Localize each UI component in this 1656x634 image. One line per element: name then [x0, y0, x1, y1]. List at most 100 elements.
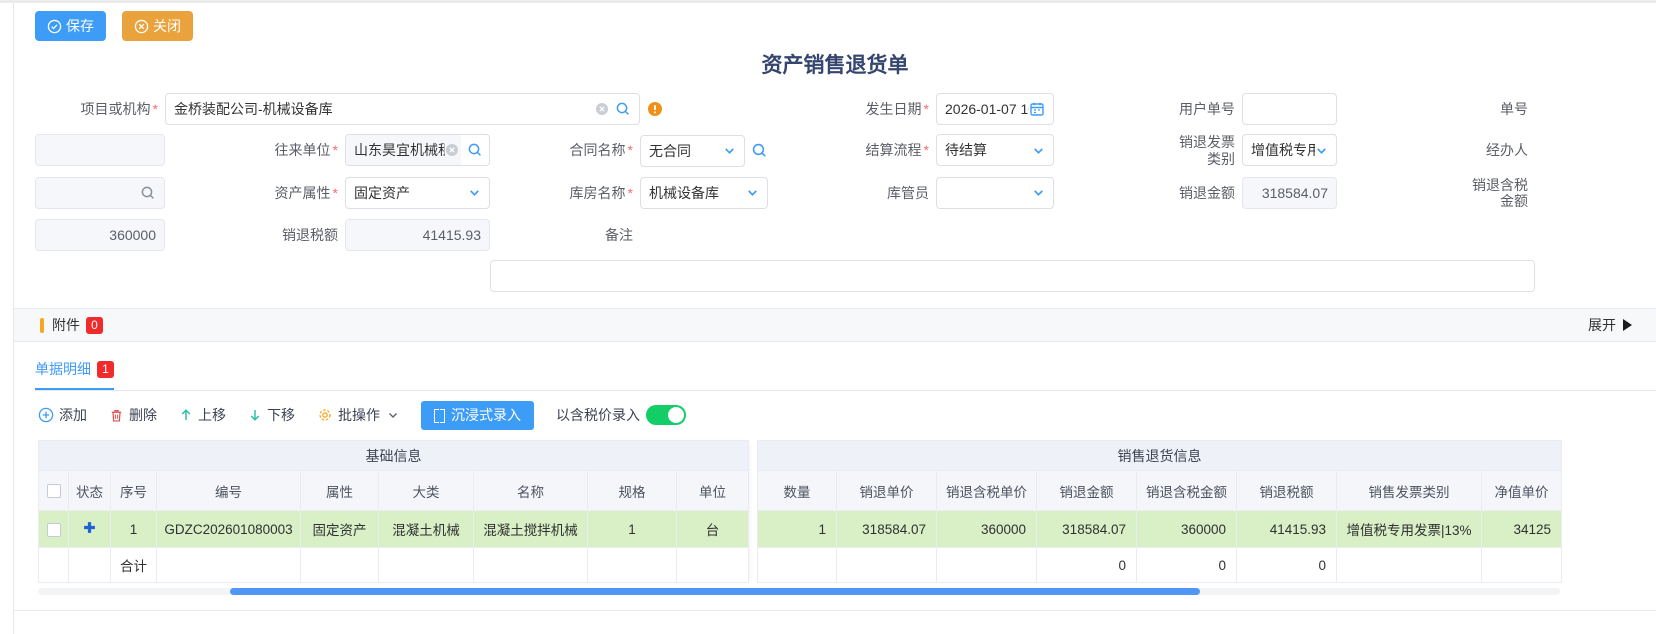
chevron-down-icon [1032, 186, 1045, 199]
batch-button[interactable]: 批操作 [317, 405, 399, 425]
row-checkbox[interactable] [47, 523, 61, 537]
select-all-checkbox[interactable] [47, 484, 61, 498]
close-circle-icon [134, 19, 149, 34]
search-icon[interactable] [140, 185, 156, 201]
counterparty-value-zone: 山东昊宜机械租赁有限 [346, 135, 461, 165]
row-spec-cell[interactable]: 1 [588, 511, 677, 548]
handler-input[interactable] [35, 177, 165, 209]
contract-label: 合同名称 [490, 134, 640, 168]
expand-button[interactable]: 展开 [1588, 315, 1632, 335]
chevron-down-icon [746, 186, 759, 199]
plus-icon [83, 521, 96, 534]
clear-icon[interactable] [445, 143, 459, 157]
trash-icon [109, 408, 124, 423]
row-tax-cell[interactable]: 41415.93 [1237, 511, 1337, 548]
calendar-icon[interactable] [1029, 101, 1045, 117]
warehouse-label: 库房名称 [490, 177, 640, 211]
user-doc-no-label: 用户单号 [1054, 93, 1242, 125]
row-amount-cell[interactable]: 318584.07 [1037, 511, 1137, 548]
occur-date-input[interactable]: 2026-01-07 10:29:34 [936, 93, 1054, 125]
row-invoice-type-cell[interactable]: 增值税专用发票|13% [1337, 511, 1482, 548]
tax-value: 41415.93 [423, 227, 481, 243]
user-doc-no-input[interactable] [1242, 93, 1337, 125]
info-icon[interactable] [647, 101, 663, 117]
row-attr-cell[interactable]: 固定资产 [301, 511, 379, 548]
tab-detail[interactable]: 单据明细 1 [35, 359, 114, 390]
remark-input[interactable] [490, 260, 1535, 292]
table-row: 1 GDZC202601080003 固定资产 混凝土机械 混凝土搅拌机械 1 … [39, 511, 749, 548]
total-empty-cell [837, 548, 937, 583]
warehouse-value: 机械设备库 [649, 183, 746, 203]
contract-value: 无合同 [649, 141, 723, 161]
horizontal-scrollbar-track[interactable] [38, 588, 1560, 595]
total-label-cell: 合计 [111, 548, 157, 583]
amount-input: 318584.07 [1242, 177, 1337, 209]
counterparty-label: 往来单位 [165, 134, 345, 168]
arrow-up-icon [179, 408, 193, 422]
row-category-cell[interactable]: 混凝土机械 [379, 511, 474, 548]
contract-select[interactable]: 无合同 [640, 135, 745, 167]
tax-input: 41415.93 [345, 219, 490, 251]
horizontal-scrollbar-thumb[interactable] [230, 588, 1200, 595]
row-price-cell[interactable]: 318584.07 [837, 511, 937, 548]
save-button-label: 保存 [66, 16, 94, 36]
asset-attr-select[interactable]: 固定资产 [345, 177, 490, 209]
attachments-label: 附件 [52, 315, 80, 335]
header-form: 项目或机构 金桥装配公司-机械设备库 发生日期 2026-01-07 10:29… [35, 93, 1656, 292]
row-seq-cell[interactable]: 1 [111, 511, 157, 548]
toggle-knob-icon [668, 407, 684, 423]
chevron-down-icon [1315, 144, 1328, 157]
group-header-sales: 销售退货信息 [758, 441, 1562, 471]
total-empty-cell [937, 548, 1037, 583]
keeper-label: 库管员 [768, 177, 936, 211]
col-amount-with-tax: 销退含税金额 [1137, 471, 1237, 511]
row-unit-cell[interactable]: 台 [677, 511, 749, 548]
invoice-type-label: 销退发票类别 [1054, 134, 1242, 168]
save-button[interactable]: 保存 [35, 11, 106, 41]
project-input[interactable]: 金桥装配公司-机械设备库 [165, 93, 640, 125]
invoice-type-value: 增值税专用发票|13% [1251, 140, 1315, 160]
search-icon[interactable] [461, 142, 489, 158]
attachments-count-badge: 0 [86, 317, 103, 334]
search-icon[interactable] [615, 101, 631, 117]
amount-tax-label: 销退含税金额 [1337, 177, 1535, 211]
contract-cell: 无合同 [640, 134, 768, 168]
amount-tax-value: 360000 [109, 227, 156, 243]
delete-button-label: 删除 [129, 405, 157, 425]
page-title: 资产销售退货单 [14, 49, 1656, 79]
col-tax: 销退税额 [1237, 471, 1337, 511]
doc-no-label: 单号 [1337, 93, 1535, 125]
invoice-type-select[interactable]: 增值税专用发票|13% [1242, 134, 1337, 166]
arrow-down-icon [248, 408, 262, 422]
row-qty-cell[interactable]: 1 [758, 511, 837, 548]
tax-entry-toggle-group: 以含税价录入 [556, 405, 686, 425]
sales-return-table: 销售退货信息 数量 销退单价 销退含税单价 销退金额 销退含税金额 销退税额 销… [757, 440, 1562, 583]
row-amount-tax-cell[interactable]: 360000 [1137, 511, 1237, 548]
total-row: 0 0 0 [758, 548, 1562, 583]
immersive-entry-button[interactable]: 沉浸式录入 [421, 401, 534, 430]
tax-entry-toggle[interactable] [646, 405, 686, 425]
col-unit: 单位 [677, 471, 749, 511]
row-price-tax-cell[interactable]: 360000 [937, 511, 1037, 548]
search-icon[interactable] [751, 142, 768, 159]
close-button[interactable]: 关闭 [122, 11, 193, 41]
counterparty-input[interactable]: 山东昊宜机械租赁有限 [345, 134, 490, 166]
settlement-select[interactable]: 待结算 [936, 134, 1054, 166]
asset-code-link[interactable]: GDZC202601080003 [157, 511, 301, 548]
row-name-cell[interactable]: 混凝土搅拌机械 [474, 511, 588, 548]
add-button-label: 添加 [59, 405, 87, 425]
add-button[interactable]: 添加 [38, 405, 87, 425]
total-empty-cell [1482, 548, 1562, 583]
clear-icon[interactable] [595, 102, 609, 116]
move-up-button[interactable]: 上移 [179, 405, 226, 425]
row-net-price-cell[interactable]: 34125 [1482, 511, 1562, 548]
tab-detail-count-badge: 1 [97, 361, 114, 378]
delete-button[interactable]: 删除 [109, 405, 157, 425]
col-category: 大类 [379, 471, 474, 511]
col-qty: 数量 [758, 471, 837, 511]
keeper-select[interactable] [936, 177, 1054, 209]
move-down-button[interactable]: 下移 [248, 405, 295, 425]
row-status-cell[interactable] [69, 511, 111, 548]
warehouse-select[interactable]: 机械设备库 [640, 177, 768, 209]
col-name: 名称 [474, 471, 588, 511]
